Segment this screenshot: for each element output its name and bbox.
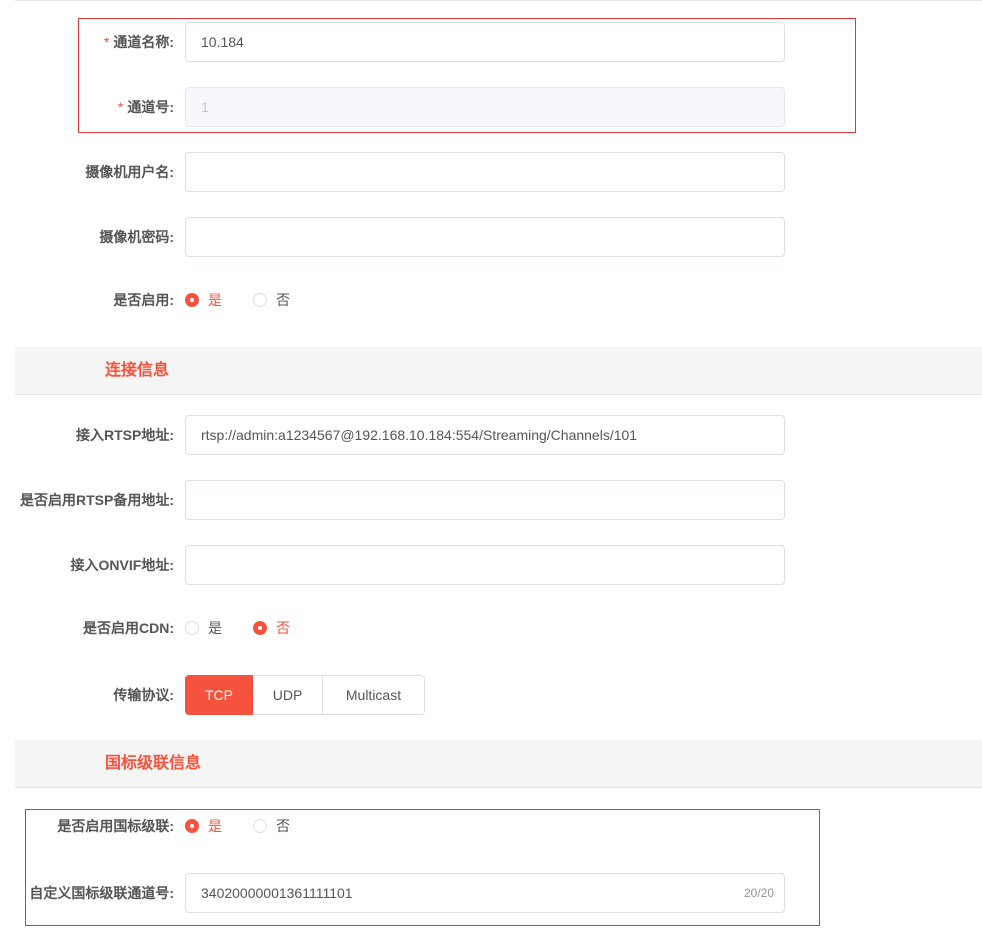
radio-unchecked-icon [253, 819, 267, 833]
channel-name-label: * 通道名称: [103, 34, 174, 50]
radio-checked-icon [253, 621, 267, 635]
cdn-radio-no[interactable]: 否 [253, 608, 290, 648]
enabled-row: 是否启用: 是 否 [0, 280, 982, 320]
channel-no-input: 1 [185, 87, 785, 127]
enabled-radio-yes[interactable]: 是 [185, 280, 222, 320]
gb-channel-no-value: 34020000001361111101 [201, 885, 353, 901]
cdn-radio-yes[interactable]: 是 [185, 608, 222, 648]
rtsp-row: 接入RTSP地址: rtsp://admin:a1234567@192.168.… [0, 415, 982, 455]
radio-checked-icon [185, 293, 199, 307]
radio-unchecked-icon [185, 621, 199, 635]
gb-cascade-section-title: 国标级联信息 [105, 755, 202, 772]
enabled-label: 是否启用: [113, 292, 174, 308]
camera-password-input[interactable] [185, 217, 785, 257]
gb-enabled-row: 是否启用国标级联: 是 否 [0, 806, 982, 846]
protocol-tcp-button[interactable]: TCP [185, 675, 253, 715]
protocol-label: 传输协议: [113, 687, 174, 703]
onvif-row: 接入ONVIF地址: [0, 545, 982, 585]
top-divider [15, 0, 982, 1]
radio-checked-icon [185, 819, 199, 833]
connection-section-title: 连接信息 [105, 362, 170, 379]
camera-username-input[interactable] [185, 152, 785, 192]
rtsp-label: 接入RTSP地址: [76, 427, 174, 443]
protocol-udp-button[interactable]: UDP [252, 675, 323, 715]
camera-password-label: 摄像机密码: [99, 229, 174, 245]
channel-no-row: * 通道号: 1 [0, 87, 982, 127]
camera-username-row: 摄像机用户名: [0, 152, 982, 192]
protocol-multicast-button[interactable]: Multicast [322, 675, 425, 715]
channel-name-row: * 通道名称: 10.184 [0, 22, 982, 62]
protocol-row: 传输协议: TCP UDP Multicast [0, 675, 982, 715]
connection-section-header: 连接信息 [15, 347, 982, 395]
channel-name-input[interactable]: 10.184 [185, 22, 785, 62]
required-mark: * [103, 34, 110, 50]
gb-enabled-radio-no[interactable]: 否 [253, 806, 290, 846]
gb-enabled-radio-yes[interactable]: 是 [185, 806, 222, 846]
channel-no-label: * 通道号: [117, 99, 174, 115]
rtsp-input[interactable]: rtsp://admin:a1234567@192.168.10.184:554… [185, 415, 785, 455]
camera-username-label: 摄像机用户名: [85, 164, 174, 180]
camera-password-row: 摄像机密码: [0, 217, 982, 257]
cdn-label: 是否启用CDN: [83, 620, 174, 636]
protocol-segmented-control: TCP UDP Multicast [185, 675, 425, 715]
radio-unchecked-icon [253, 293, 267, 307]
gb-channel-no-row: 自定义国标级联通道号: 34020000001361111101 20/20 [0, 873, 982, 913]
gb-cascade-section-header: 国标级联信息 [15, 740, 982, 788]
gb-channel-no-label: 自定义国标级联通道号: [29, 885, 174, 901]
gb-enabled-label: 是否启用国标级联: [57, 818, 174, 834]
gb-channel-no-input[interactable]: 34020000001361111101 20/20 [185, 873, 785, 913]
char-counter: 20/20 [743, 886, 774, 900]
rtsp-backup-input[interactable] [185, 480, 785, 520]
required-mark: * [117, 99, 124, 115]
cdn-row: 是否启用CDN: 是 否 [0, 608, 982, 648]
rtsp-backup-row: 是否启用RTSP备用地址: [0, 480, 982, 520]
onvif-label: 接入ONVIF地址: [70, 557, 174, 573]
enabled-radio-no[interactable]: 否 [253, 280, 290, 320]
rtsp-backup-label: 是否启用RTSP备用地址: [20, 492, 174, 508]
onvif-input[interactable] [185, 545, 785, 585]
